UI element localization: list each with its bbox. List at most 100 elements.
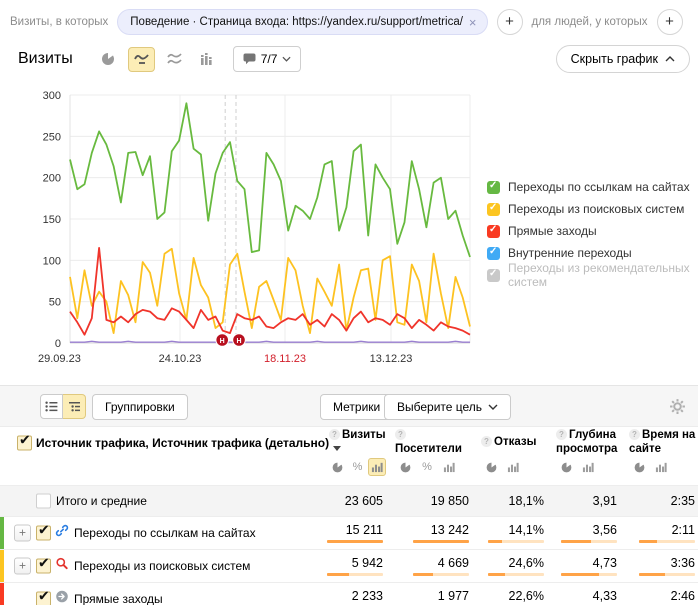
percent-display-button[interactable]: % bbox=[349, 458, 367, 476]
totals-checkbox[interactable] bbox=[36, 494, 51, 509]
chevron-down-icon bbox=[282, 56, 291, 62]
totals-time: 2:35 bbox=[671, 494, 695, 508]
row-label[interactable]: Прямые заходы bbox=[74, 592, 163, 605]
percent-display-button[interactable]: % bbox=[417, 458, 437, 476]
bars-display-button[interactable] bbox=[439, 458, 459, 476]
table-row: + Переходы по ссылкам на сайтах 15 211 1… bbox=[0, 516, 698, 549]
svg-text:13.12.23: 13.12.23 bbox=[370, 353, 413, 365]
checked-checkbox-icon bbox=[487, 269, 500, 282]
help-icon[interactable]: ? bbox=[629, 429, 640, 440]
histogram-chart-type-button[interactable] bbox=[194, 47, 221, 72]
pie-display-button[interactable] bbox=[629, 458, 649, 476]
column-header-time[interactable]: ?Время на сайте bbox=[620, 429, 698, 457]
visits-chart[interactable]: 05010015020025030029.09.2324.10.2318.11.… bbox=[8, 85, 486, 367]
time-share-bar bbox=[639, 573, 695, 576]
legend-item-search[interactable]: Переходы из поисковых систем bbox=[487, 198, 698, 220]
expand-row-button[interactable]: + bbox=[14, 525, 31, 542]
row-label[interactable]: Переходы из поисковых систем bbox=[74, 559, 250, 573]
remove-segment-icon[interactable]: × bbox=[469, 15, 477, 30]
checked-checkbox-icon bbox=[487, 225, 500, 238]
metrics-button[interactable]: Метрики bbox=[320, 394, 393, 420]
pie-icon bbox=[485, 461, 498, 474]
pie-icon bbox=[633, 461, 646, 474]
depth-share-bar bbox=[561, 573, 617, 576]
table-row: + Переходы из поисковых систем 5 942 4 6… bbox=[0, 549, 698, 582]
totals-visits: 23 605 bbox=[345, 494, 383, 508]
row-color-strip bbox=[0, 517, 4, 549]
row-checkbox[interactable] bbox=[36, 592, 51, 605]
checked-checkbox-icon bbox=[487, 181, 500, 194]
svg-text:0: 0 bbox=[55, 338, 61, 350]
pie-chart-type-button[interactable] bbox=[95, 47, 122, 72]
bars-display-button[interactable] bbox=[503, 458, 523, 476]
column-header-depth[interactable]: ?Глубина просмотра bbox=[547, 429, 620, 457]
dimension-header: Источник трафика, Источник трафика (дета… bbox=[36, 436, 329, 450]
svg-text:Н: Н bbox=[236, 338, 241, 345]
column-header-visits[interactable]: ?Визиты bbox=[320, 429, 386, 457]
bars-display-button[interactable] bbox=[368, 458, 386, 476]
report-table-section: Группировки Метрики Выберите цель bbox=[0, 385, 698, 605]
bars-display-button[interactable] bbox=[651, 458, 671, 476]
line-chart-icon bbox=[133, 52, 150, 66]
visits-condition-label: Визиты, в которых bbox=[10, 16, 108, 28]
row-label[interactable]: Переходы по ссылкам на сайтах bbox=[74, 526, 256, 540]
comments-button[interactable]: 7/7 bbox=[233, 46, 302, 72]
chevron-down-icon bbox=[488, 404, 498, 410]
view-mode-group bbox=[40, 394, 86, 419]
pie-display-button[interactable] bbox=[329, 458, 347, 476]
comment-bubble-icon bbox=[243, 53, 256, 65]
row-checkbox[interactable] bbox=[36, 559, 51, 574]
table-settings-gear-icon[interactable] bbox=[669, 398, 686, 420]
pie-display-button[interactable] bbox=[556, 458, 576, 476]
comments-count: 7/7 bbox=[261, 52, 278, 66]
totals-bounce: 18,1% bbox=[509, 494, 544, 508]
pie-display-button[interactable] bbox=[481, 458, 501, 476]
add-people-condition-button[interactable]: + bbox=[657, 9, 683, 35]
legend-item-direct[interactable]: Прямые заходы bbox=[487, 220, 698, 242]
bars-icon bbox=[443, 461, 455, 473]
pie-display-button[interactable] bbox=[395, 458, 415, 476]
bars-icon bbox=[371, 461, 383, 473]
svg-text:50: 50 bbox=[49, 297, 61, 309]
link-icon bbox=[55, 524, 69, 543]
flat-list-view-button[interactable] bbox=[40, 394, 63, 419]
bars-icon bbox=[655, 461, 667, 473]
legend-item-recommendation[interactable]: Переходы из рекомендательных систем bbox=[487, 264, 698, 286]
bars-display-button[interactable] bbox=[578, 458, 598, 476]
table-header-row: Источник трафика, Источник трафика (дета… bbox=[0, 427, 698, 458]
svg-text:24.10.23: 24.10.23 bbox=[159, 353, 202, 365]
line-chart-type-button[interactable] bbox=[128, 47, 155, 72]
column-header-visitors[interactable]: ?Посетители bbox=[386, 429, 472, 457]
legend-item-links[interactable]: Переходы по ссылкам на сайтах bbox=[487, 176, 698, 198]
add-visit-condition-button[interactable]: + bbox=[497, 9, 523, 35]
bounce-share-bar bbox=[488, 573, 544, 576]
help-icon[interactable]: ? bbox=[395, 429, 406, 440]
stacked-area-chart-type-button[interactable] bbox=[161, 47, 188, 72]
list-icon bbox=[45, 401, 58, 412]
chart-header: Визиты bbox=[18, 44, 690, 74]
goal-selector-button[interactable]: Выберите цель bbox=[384, 394, 511, 420]
segment-chip[interactable]: Поведение · Страница входа: https://yand… bbox=[117, 9, 487, 35]
column-display-toggles: % % bbox=[0, 458, 698, 485]
svg-text:250: 250 bbox=[43, 131, 61, 143]
totals-depth: 3,91 bbox=[593, 494, 617, 508]
column-header-bounces[interactable]: ?Отказы bbox=[472, 436, 547, 450]
row-checkbox[interactable] bbox=[36, 526, 51, 541]
expand-row-button[interactable]: + bbox=[14, 558, 31, 575]
groupings-button[interactable]: Группировки bbox=[92, 394, 188, 420]
select-all-checkbox[interactable] bbox=[17, 435, 32, 450]
table-toolbar: Группировки Метрики Выберите цель bbox=[0, 385, 698, 427]
hide-chart-button[interactable]: Скрыть график bbox=[556, 45, 690, 73]
help-icon[interactable]: ? bbox=[481, 436, 492, 447]
pie-icon bbox=[100, 51, 116, 67]
svg-text:Н: Н bbox=[220, 338, 225, 345]
checked-checkbox-icon bbox=[487, 203, 500, 216]
direct-arrow-icon bbox=[55, 590, 69, 605]
tree-view-button[interactable] bbox=[63, 394, 86, 419]
svg-text:300: 300 bbox=[43, 90, 61, 102]
svg-text:18.11.23: 18.11.23 bbox=[264, 353, 306, 365]
totals-label: Итого и средние bbox=[56, 494, 147, 508]
help-icon[interactable]: ? bbox=[556, 429, 567, 440]
stacked-area-icon bbox=[166, 52, 183, 66]
help-icon[interactable]: ? bbox=[329, 429, 340, 440]
